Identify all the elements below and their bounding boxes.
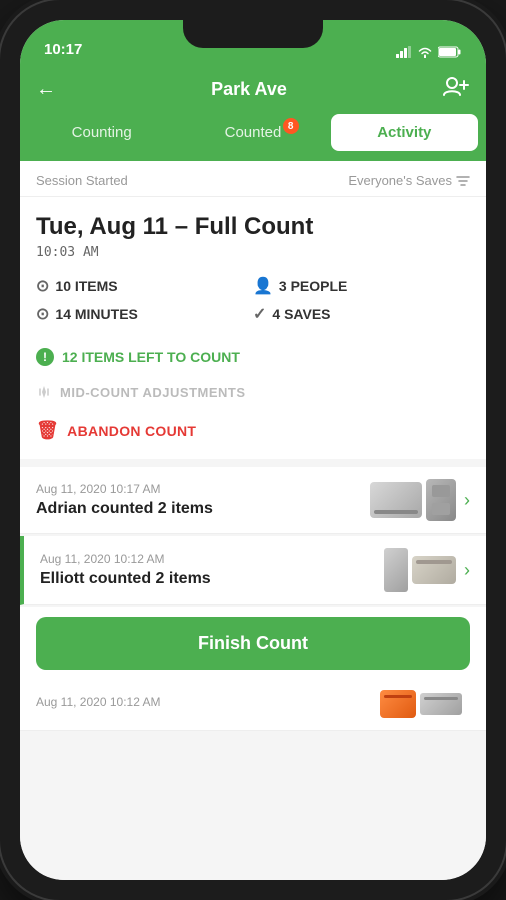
finish-button-container: Finish Count [20,607,486,678]
session-header: Session Started Everyone's Saves [20,161,486,197]
activity-item-1[interactable]: Aug 11, 2020 10:17 AM Adrian counted 2 i… [20,467,486,534]
mid-count-adjustments[interactable]: MID-COUNT ADJUSTMENTS [36,374,470,410]
item-thumbnail-drive2 [412,556,456,584]
stats-grid: ⊙ 10 ITEMS 👤 3 PEOPLE ⊙ 14 MINUTES [36,276,470,324]
section-session: Session Started Everyone's Saves Tue, Au… [20,161,486,459]
activity-item-peek[interactable]: Aug 11, 2020 10:12 AM [20,678,486,731]
tab-counting[interactable]: Counting [28,114,175,151]
session-date: Tue, Aug 11 – Full Count [36,213,470,241]
activity-images-2 [384,548,456,592]
item-thumbnail-tower [426,479,456,521]
nav-bar: ← Park Ave [20,64,486,114]
peek-date: Aug 11, 2020 10:12 AM [36,695,380,709]
item-thumbnail-orange [380,690,416,718]
chevron-right-icon-2: › [464,560,470,581]
nav-title: Park Ave [211,79,287,100]
tabs-bar: Counting Counted 8 Activity [20,114,486,161]
stat-items: ⊙ 10 ITEMS [36,276,253,296]
check-icon: ✓ [253,304,266,324]
activity-item-2[interactable]: Aug 11, 2020 10:12 AM Elliott counted 2 … [20,536,486,605]
stat-minutes: ⊙ 14 MINUTES [36,304,253,324]
signal-icon [396,46,412,58]
filter-icon [456,175,470,187]
battery-icon [438,46,462,58]
chevron-right-icon-1: › [464,490,470,511]
people-icon: 👤 [253,276,273,296]
item-thumbnail-drive [370,482,422,518]
counted-badge: 8 [283,118,299,134]
activity-date-2: Aug 11, 2020 10:12 AM [40,552,384,566]
activity-desc-1: Adrian counted 2 items [36,500,370,518]
status-icons [396,46,462,58]
items-left-alert[interactable]: ! 12 ITEMS LEFT TO COUNT [36,340,470,374]
tab-activity[interactable]: Activity [331,114,478,151]
activity-images-1 [370,479,456,521]
add-person-button[interactable] [442,75,470,103]
tab-counted[interactable]: Counted 8 [179,114,326,151]
trash-icon: 🗑 [36,420,59,441]
filter-label: Everyone's Saves [348,173,470,188]
adjustments-icon [36,384,52,400]
item-thumbnail-slim [384,548,408,592]
session-info: Tue, Aug 11 – Full Count 10:03 AM ⊙ 10 I… [20,197,486,459]
session-started-label: Session Started [36,173,128,188]
alert-dot-icon: ! [36,348,54,366]
scroll-content: Session Started Everyone's Saves Tue, Au… [20,161,486,880]
peek-images [380,690,462,718]
status-time: 10:17 [44,41,82,58]
add-person-icon [442,75,470,97]
layers-icon: ⊙ [36,276,49,296]
stat-saves: ✓ 4 SAVES [253,304,470,324]
back-button[interactable]: ← [36,78,56,101]
wifi-icon [417,46,433,58]
activity-desc-2: Elliott counted 2 items [40,570,384,588]
stat-people: 👤 3 PEOPLE [253,276,470,296]
activity-date-1: Aug 11, 2020 10:17 AM [36,482,370,496]
clock-icon: ⊙ [36,304,49,324]
finish-count-button[interactable]: Finish Count [36,617,470,670]
abandon-count-button[interactable]: 🗑 ABANDON COUNT [36,410,470,451]
session-time: 10:03 AM [36,245,470,260]
item-thumbnail-flat [420,693,462,715]
